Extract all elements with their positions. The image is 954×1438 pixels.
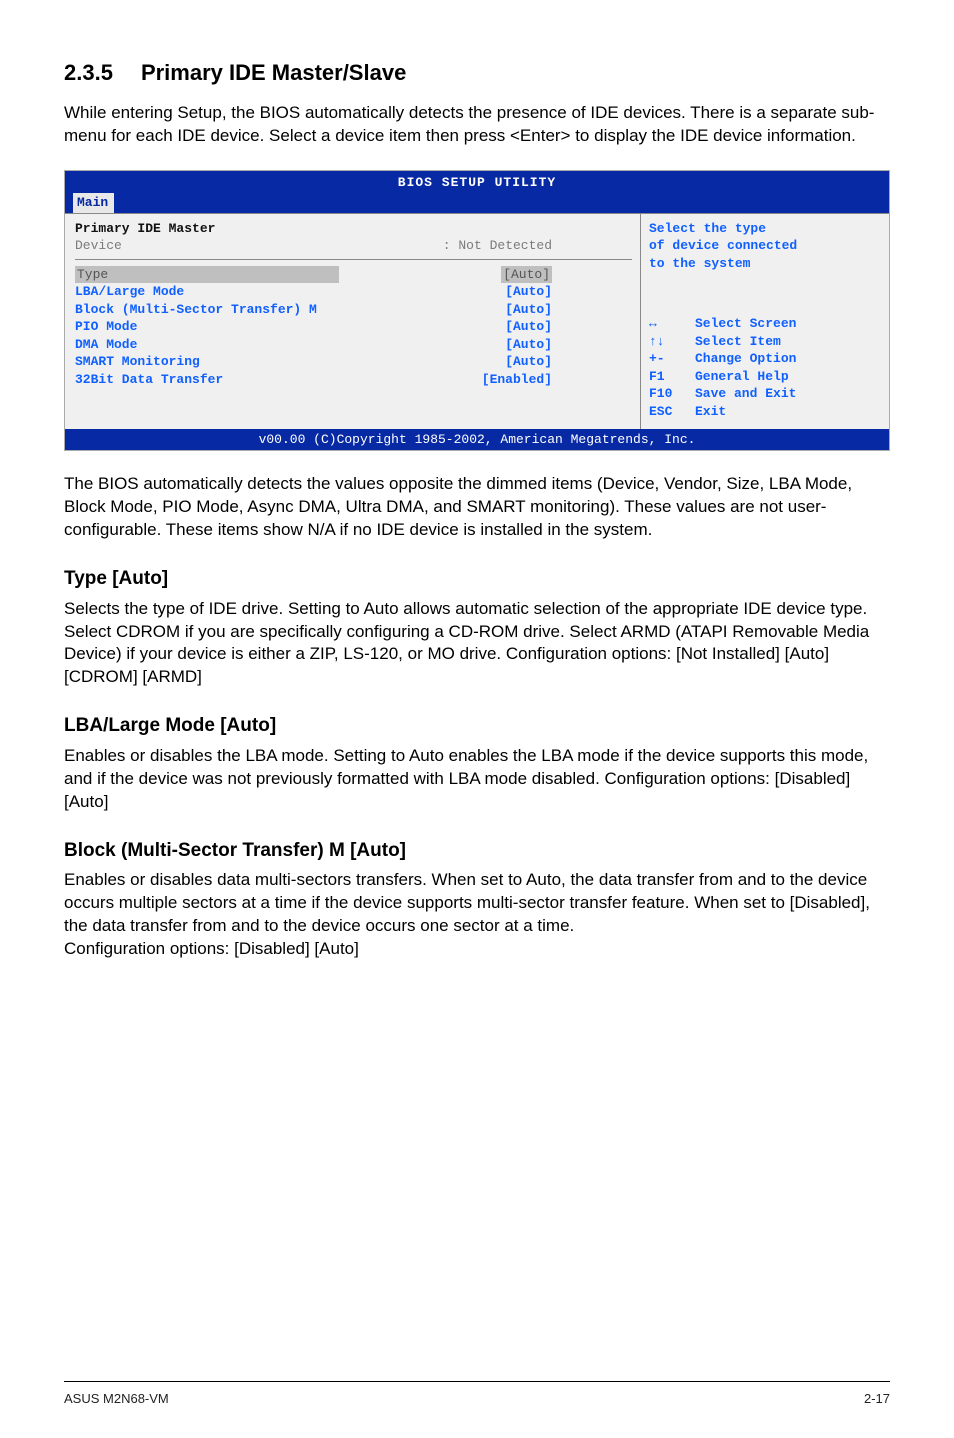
section-title-text: Primary IDE Master/Slave [141,60,406,85]
bios-legend-action: Select Item [695,333,781,351]
bios-legend-action: Select Screen [695,315,796,333]
type-body: Selects the type of IDE drive. Setting t… [64,598,890,690]
bios-option-value: [Auto] [501,266,552,284]
block-body: Enables or disables data multi-sectors t… [64,869,890,961]
bios-legend-action: Change Option [695,350,796,368]
bios-legend-action: General Help [695,368,789,386]
bios-legend-key: F10 [649,385,695,403]
bios-option-label: PIO Mode [75,318,335,336]
bios-title: BIOS SETUP UTILITY [65,171,889,194]
section-number: 2.3.5 [64,58,113,88]
bios-legend-action: Exit [695,403,726,421]
intro-paragraph: While entering Setup, the BIOS automatic… [64,102,890,148]
bios-legend-row: +-Change Option [649,350,881,368]
lba-heading: LBA/Large Mode [Auto] [64,713,890,739]
section-heading: 2.3.5 Primary IDE Master/Slave [64,58,890,88]
bios-legend-key: +- [649,350,695,368]
footer-right: 2-17 [864,1390,890,1408]
bios-option-row[interactable]: DMA Mode [Auto] [75,336,632,354]
bios-help-line-2: of device connected [649,237,881,255]
bios-legend-key: ESC [649,403,695,421]
bios-legend-row: F1General Help [649,368,881,386]
lba-body: Enables or disables the LBA mode. Settin… [64,745,890,814]
bios-device-value: : Not Detected [443,237,552,255]
bios-option-row[interactable]: PIO Mode [Auto] [75,318,632,336]
bios-option-value: [Auto] [505,353,552,371]
bios-footer: v00.00 (C)Copyright 1985-2002, American … [65,429,889,451]
bios-legend-row: ESCExit [649,403,881,421]
bios-legend-key: ↔ [649,315,695,333]
type-heading: Type [Auto] [64,566,890,592]
bios-option-row[interactable]: LBA/Large Mode [Auto] [75,283,632,301]
bios-option-row[interactable]: Block (Multi-Sector Transfer) M [Auto] [75,301,632,319]
bios-option-label: 32Bit Data Transfer [75,371,335,389]
bios-left-pane: Primary IDE Master Device : Not Detected… [65,214,641,429]
bios-legend-action: Save and Exit [695,385,796,403]
bios-option-value: [Auto] [505,336,552,354]
post-bios-paragraph: The BIOS automatically detects the value… [64,473,890,542]
bios-legend-row: ↔Select Screen [649,315,881,333]
bios-option-label: SMART Monitoring [75,353,335,371]
page-footer: ASUS M2N68-VM 2-17 [64,1381,890,1408]
bios-legend-row: F10Save and Exit [649,385,881,403]
bios-legend-row: ↑↓Select Item [649,333,881,351]
bios-right-pane: Select the type of device connected to t… [641,214,889,429]
block-heading: Block (Multi-Sector Transfer) M [Auto] [64,838,890,864]
bios-option-value: [Auto] [505,283,552,301]
bios-option-row[interactable]: SMART Monitoring [Auto] [75,353,632,371]
bios-tab-main[interactable]: Main [73,193,114,213]
bios-option-value: [Auto] [505,318,552,336]
bios-option-row[interactable]: 32Bit Data Transfer [Enabled] [75,371,632,389]
bios-legend-key: F1 [649,368,695,386]
bios-legend: ↔Select Screen↑↓Select Item+-Change Opti… [649,315,881,420]
bios-option-label: LBA/Large Mode [75,283,335,301]
footer-left: ASUS M2N68-VM [64,1390,169,1408]
bios-left-header: Primary IDE Master [75,220,632,238]
bios-option-value: [Auto] [505,301,552,319]
bios-legend-key: ↑↓ [649,333,695,351]
bios-option-label: DMA Mode [75,336,335,354]
bios-help-line-3: to the system [649,255,881,273]
bios-tab-row: Main [65,193,889,213]
bios-device-label: Device [75,237,335,255]
bios-device-row: Device : Not Detected [75,237,632,255]
bios-option-value: [Enabled] [482,371,552,389]
bios-option-row[interactable]: Type [Auto] [75,266,632,284]
bios-option-label: Block (Multi-Sector Transfer) M [75,301,335,319]
bios-screenshot: BIOS SETUP UTILITY Main Primary IDE Mast… [64,170,890,452]
bios-option-label: Type [75,266,339,284]
bios-help-line-1: Select the type [649,220,881,238]
